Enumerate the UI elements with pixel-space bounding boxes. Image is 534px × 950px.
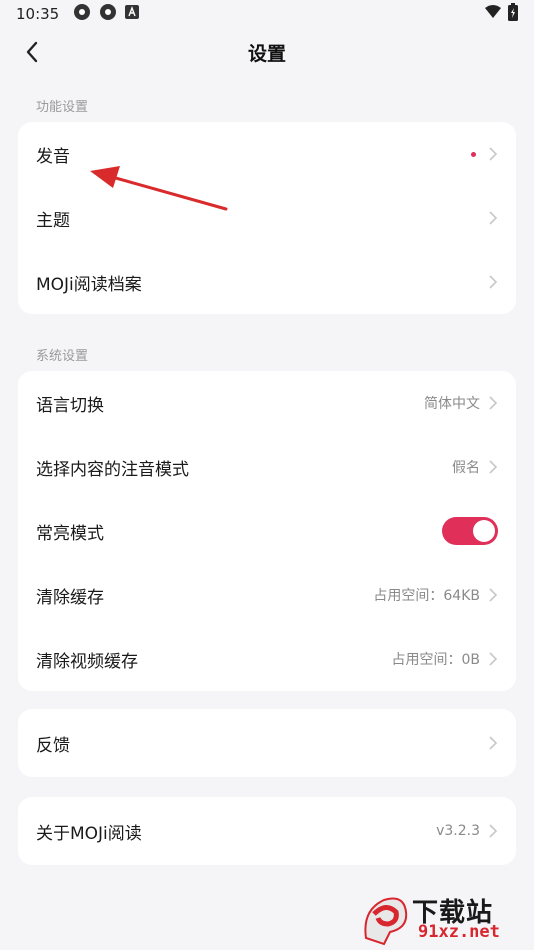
watermark: 下载站 91xz.net (360, 890, 530, 948)
chevron-left-icon (26, 41, 38, 63)
section-label-function: 功能设置 (36, 100, 89, 115)
settings-row-keep-screen-on: 常亮模式 (18, 499, 516, 563)
function-settings-card: 发音 主题 MOJi阅读档案 (18, 122, 516, 314)
settings-row-annotation-mode[interactable]: 选择内容的注音模式 假名 (18, 435, 516, 499)
row-label: MOJi阅读档案 (36, 274, 142, 295)
feedback-card: 反馈 (18, 709, 516, 777)
row-value: v3.2.3 (436, 823, 480, 839)
chevron-right-icon (488, 735, 498, 751)
status-time: 10:35 (16, 5, 60, 23)
row-label: 选择内容的注音模式 (36, 459, 189, 480)
row-label: 发音 (36, 146, 70, 167)
row-value: 简体中文 (424, 396, 480, 412)
toggle-knob (473, 520, 495, 542)
new-indicator-dot (471, 151, 476, 157)
back-button[interactable] (18, 38, 46, 66)
settings-row-reading-profile[interactable]: MOJi阅读档案 (18, 250, 516, 314)
chevron-right-icon (488, 146, 498, 162)
chevron-right-icon (488, 823, 498, 839)
chevron-right-icon (488, 587, 498, 603)
row-value: 假名 (452, 460, 480, 476)
row-label: 清除视频缓存 (36, 651, 138, 672)
row-label: 常亮模式 (36, 523, 104, 544)
row-label: 主题 (36, 210, 70, 231)
row-label: 清除缓存 (36, 587, 104, 608)
settings-row-clear-video-cache[interactable]: 清除视频缓存 占用空间：0B (18, 627, 516, 691)
watermark-domain: 91xz.net (418, 922, 500, 942)
row-label: 反馈 (36, 735, 70, 756)
app-notification-icon (73, 3, 91, 25)
settings-row-feedback[interactable]: 反馈 (18, 709, 516, 777)
page-title: 设置 (247, 42, 286, 65)
app-notification-icon (99, 3, 117, 25)
settings-row-theme[interactable]: 主题 (18, 186, 516, 250)
wifi-icon (484, 5, 502, 23)
settings-row-clear-cache[interactable]: 清除缓存 占用空间：64KB (18, 563, 516, 627)
battery-icon (508, 3, 518, 25)
row-value: 占用空间：0B (391, 652, 480, 668)
chevron-right-icon (488, 395, 498, 411)
app-a-icon (125, 5, 140, 23)
chevron-right-icon (488, 274, 498, 290)
chevron-right-icon (488, 210, 498, 226)
chevron-right-icon (488, 651, 498, 667)
settings-row-about[interactable]: 关于MOJi阅读 v3.2.3 (18, 797, 516, 865)
section-label-system: 系统设置 (36, 349, 89, 364)
row-label: 关于MOJi阅读 (36, 823, 142, 844)
keep-screen-on-toggle[interactable] (442, 517, 498, 545)
row-label: 语言切换 (36, 395, 104, 416)
row-value: 占用空间：64KB (373, 588, 480, 604)
about-card: 关于MOJi阅读 v3.2.3 (18, 797, 516, 865)
settings-row-pronunciation[interactable]: 发音 (18, 122, 516, 186)
chevron-right-icon (488, 459, 498, 475)
status-bar: 10:35 (0, 0, 534, 28)
settings-row-language[interactable]: 语言切换 简体中文 (18, 371, 516, 435)
system-settings-card: 语言切换 简体中文 选择内容的注音模式 假名 常亮模式 清除缓存 占用空间：64… (18, 371, 516, 691)
watermark-logo-icon (364, 897, 408, 946)
page-header: 设置 (0, 28, 534, 76)
